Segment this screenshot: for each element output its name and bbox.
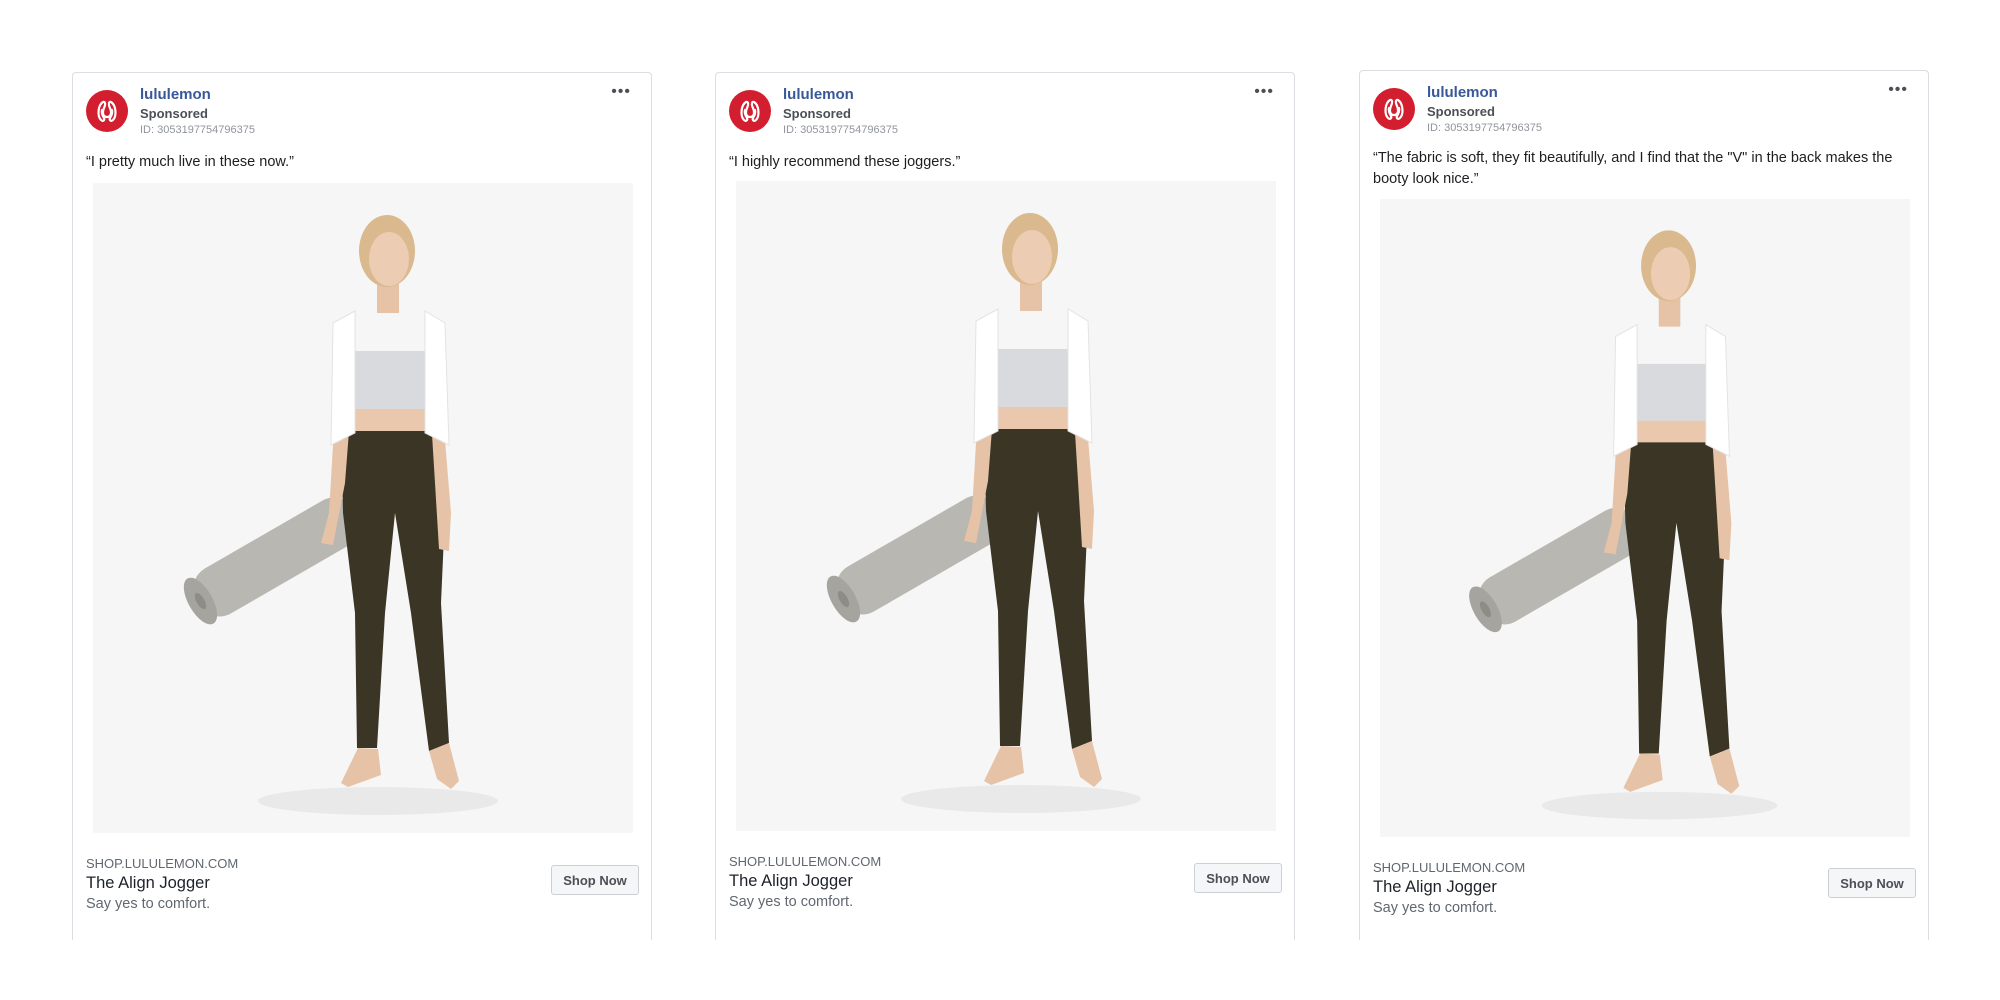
link-headline[interactable]: The Align Jogger: [729, 872, 853, 891]
lululemon-logo-icon: [92, 96, 122, 126]
sponsored-label: Sponsored: [1427, 104, 1495, 119]
ellipsis-icon[interactable]: •••: [611, 83, 631, 101]
sponsored-label: Sponsored: [783, 106, 851, 121]
product-image[interactable]: [1380, 199, 1910, 837]
link-domain: SHOP.LULULEMON.COM: [1373, 860, 1526, 875]
link-domain: SHOP.LULULEMON.COM: [729, 854, 882, 869]
ad-card: lululemon Sponsored ID: 3053197754796375…: [72, 72, 652, 940]
ad-body-text: “I pretty much live in these now.”: [86, 154, 294, 170]
ad-card: lululemon Sponsored ID: 3053197754796375…: [1359, 70, 1929, 940]
avatar[interactable]: [1373, 88, 1415, 130]
link-domain: SHOP.LULULEMON.COM: [86, 856, 239, 871]
ad-body-text: “The fabric is soft, they fit beautifull…: [1373, 150, 1893, 187]
product-image[interactable]: [736, 181, 1276, 831]
product-image[interactable]: [93, 183, 633, 833]
ellipsis-icon[interactable]: •••: [1888, 81, 1908, 99]
link-headline[interactable]: The Align Jogger: [86, 874, 210, 893]
avatar[interactable]: [729, 90, 771, 132]
link-description: Say yes to comfort.: [729, 894, 854, 910]
page-name-link[interactable]: lululemon: [1427, 84, 1498, 101]
shop-now-button[interactable]: Shop Now: [551, 865, 639, 895]
shop-now-button[interactable]: Shop Now: [1194, 863, 1282, 893]
link-description: Say yes to comfort.: [86, 896, 211, 912]
ad-id-text: ID: 3053197754796375: [783, 124, 898, 136]
ad-id-text: ID: 3053197754796375: [140, 124, 255, 136]
ad-card: lululemon Sponsored ID: 3053197754796375…: [715, 72, 1295, 940]
lululemon-logo-icon: [1379, 94, 1409, 124]
link-description: Say yes to comfort.: [1373, 900, 1498, 916]
link-headline[interactable]: The Align Jogger: [1373, 878, 1497, 897]
ellipsis-icon[interactable]: •••: [1254, 83, 1274, 101]
shop-now-button[interactable]: Shop Now: [1828, 868, 1916, 898]
page-name-link[interactable]: lululemon: [783, 86, 854, 103]
sponsored-label: Sponsored: [140, 106, 208, 121]
ad-id-text: ID: 3053197754796375: [1427, 122, 1542, 134]
avatar[interactable]: [86, 90, 128, 132]
page-name-link[interactable]: lululemon: [140, 86, 211, 103]
ad-body-text: “I highly recommend these joggers.”: [729, 154, 961, 170]
lululemon-logo-icon: [735, 96, 765, 126]
